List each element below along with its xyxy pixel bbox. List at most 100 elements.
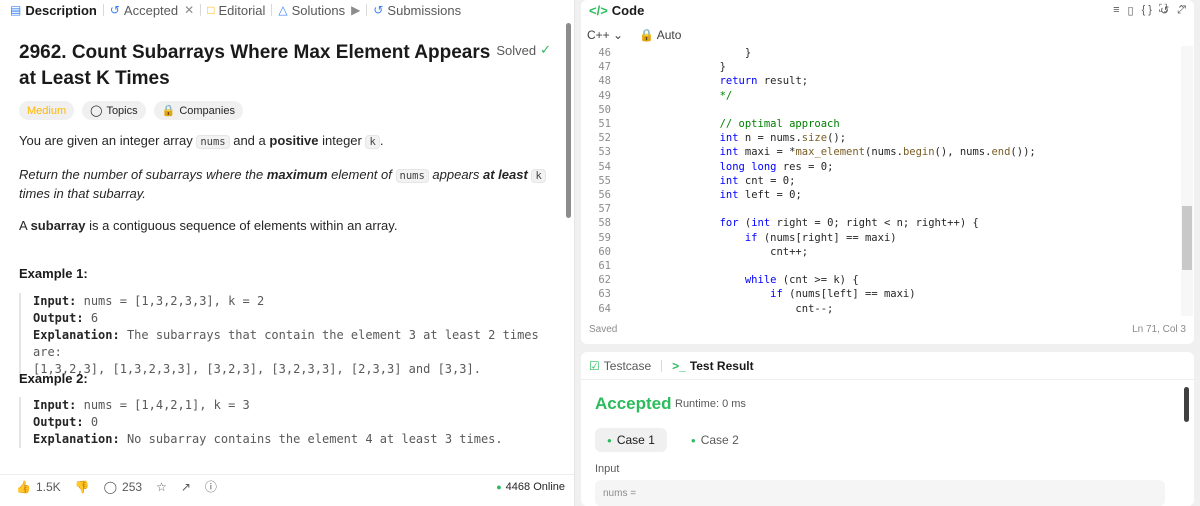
help-button[interactable]: ⓘ (205, 478, 217, 495)
tag-chips: Medium ◯ Topics 🔒 Companies (19, 101, 243, 120)
code-line[interactable]: 62 while (cnt >= k) { (581, 273, 1181, 288)
runtime-label: Runtime: 0 ms (675, 398, 746, 410)
code-line[interactable]: 51 // optimal approach (581, 117, 1181, 132)
code-editor-panel: </> Code ⛶ ⌃ C++ ⌄ 🔒 Auto ≡ ▯ { } ↺ ⤢ 46… (581, 0, 1194, 344)
code-text: if (nums[left] == maxi) (770, 288, 916, 301)
scrollbar-thumb[interactable] (1182, 206, 1192, 270)
comment-icon: ◯ (103, 479, 118, 494)
problem-tabs: ▤ Description ↺ Accepted ✕ □ Editorial △… (0, 0, 574, 20)
editor-toolbar: C++ ⌄ 🔒 Auto (581, 24, 1194, 46)
code-line[interactable]: 63 if (nums[left] == maxi) (581, 287, 1181, 302)
code-line[interactable]: 61 (581, 259, 1181, 274)
dislike-button[interactable]: 👎 (75, 480, 90, 494)
close-icon[interactable]: ✕ (184, 3, 194, 17)
example-box: Input: nums = [1,3,2,3,3], k = 2 Output:… (19, 293, 549, 378)
problem-description: You are given an integer array nums and … (19, 132, 549, 249)
code-text: // optimal approach (669, 118, 840, 130)
code-editor[interactable]: 46 } 47 } 48 return result; 49 */50 51 // op… (581, 46, 1181, 316)
test-panel: ☑ Testcase >_ Test Result Accepted Runti… (581, 352, 1194, 506)
tab-description[interactable]: ▤ Description (4, 0, 103, 20)
line-number: 56 (598, 189, 611, 201)
difficulty-badge[interactable]: Medium (19, 101, 75, 120)
code-line[interactable]: 47 } (581, 60, 1181, 75)
tab-testcase[interactable]: ☑ Testcase (589, 359, 651, 373)
help-icon: ⓘ (204, 480, 217, 494)
code-text: return result; (719, 75, 809, 88)
code-line[interactable]: 60 cnt++; (581, 245, 1181, 260)
case-tab-2[interactable]: ● Case 2 (679, 428, 751, 452)
flask-icon: △ (278, 3, 288, 17)
test-tabs: ☑ Testcase >_ Test Result (581, 352, 1194, 380)
thumbs-down-icon: 👎 (74, 479, 90, 494)
favorite-button[interactable]: ☆ (156, 480, 167, 494)
code-line[interactable]: 54 long long res = 0; (581, 160, 1181, 175)
tab-editorial[interactable]: □ Editorial (201, 0, 271, 20)
code-text: int left = 0; (719, 189, 802, 201)
title-row: 2962. Count Subarrays Where Max Element … (19, 40, 559, 92)
bookmark-icon[interactable]: ▯ (1128, 4, 1134, 17)
code-line[interactable]: 49 */ (581, 89, 1181, 104)
pass-dot-icon: ● (690, 435, 696, 445)
line-number: 54 (598, 160, 611, 173)
code-text: */ (669, 89, 733, 102)
line-number: 63 (598, 288, 611, 301)
case-tabs: ● Case 1 ● Case 2 (595, 428, 751, 452)
like-button[interactable]: 👍 1.5K (16, 480, 61, 494)
tab-accepted[interactable]: ↺ Accepted ✕ (104, 0, 200, 20)
history-icon: ↺ (373, 3, 384, 17)
language-select[interactable]: C++ ⌄ (587, 28, 623, 42)
code-text: int maxi = *max_element(nums.begin(), nu… (719, 146, 1036, 159)
reset-icon[interactable]: ↺ (1160, 4, 1169, 17)
chevron-down-icon: ⌄ (613, 28, 624, 42)
case-tab-1[interactable]: ● Case 1 (595, 428, 667, 452)
code-text: } (669, 47, 752, 59)
format-icon[interactable]: ≡ (1113, 4, 1119, 17)
code-line[interactable]: 58 for (int right = 0; right < n; right+… (581, 216, 1181, 231)
comments-button[interactable]: ◯ 253 (104, 480, 142, 494)
braces-icon[interactable]: { } (1142, 4, 1152, 17)
mode-toggle[interactable]: 🔒 Auto (639, 28, 681, 42)
example-box: Input: nums = [1,4,2,1], k = 3 Output: 0… (19, 397, 549, 448)
input-label: Input (595, 463, 620, 475)
code-text: for (int right = 0; right < n; right++) … (719, 217, 979, 230)
code-line[interactable]: 56 int left = 0; (581, 188, 1181, 203)
expand-icon[interactable]: ⤢ (1177, 4, 1186, 17)
cursor-position: Ln 71, Col 3 (1132, 324, 1186, 335)
page-title: 2962. Count Subarrays Where Max Element … (19, 42, 491, 89)
inline-code: nums (196, 135, 230, 149)
code-text: if (nums[right] == maxi) (744, 231, 897, 244)
code-line[interactable]: 55 int cnt = 0; (581, 174, 1181, 189)
terminal-icon: >_ (672, 358, 686, 373)
code-text: long long res = 0; (719, 160, 834, 173)
tab-test-result[interactable]: >_ Test Result (672, 359, 753, 373)
code-line[interactable]: 48 return result; (581, 74, 1181, 89)
line-number: 62 (598, 274, 611, 287)
online-dot-icon: ● (496, 481, 502, 492)
line-number: 59 (598, 231, 611, 244)
code-line[interactable]: 46 } (581, 46, 1181, 61)
line-number: 51 (598, 118, 611, 130)
play-icon[interactable]: ▶ (351, 3, 360, 17)
editor-scrollbar[interactable] (1181, 46, 1193, 316)
tab-submissions[interactable]: ↺ Submissions (367, 0, 467, 20)
code-line[interactable]: 53 int maxi = *max_element(nums.begin(),… (581, 145, 1181, 160)
tab-solutions[interactable]: △ Solutions ▶ (272, 0, 366, 20)
tab-divider (661, 359, 663, 372)
scrollbar-thumb[interactable] (566, 23, 571, 218)
companies-button[interactable]: 🔒 Companies (153, 101, 243, 120)
star-icon: ☆ (156, 479, 167, 494)
code-panel-header: </> Code (589, 2, 645, 18)
desc-paragraph-2: Return the number of subarrays where the… (19, 166, 549, 202)
share-icon: ↗ (180, 479, 191, 494)
code-line[interactable]: 52 int n = nums.size(); (581, 131, 1181, 146)
code-line[interactable]: 50 (581, 103, 1181, 118)
code-line[interactable]: 64 cnt--; (581, 302, 1181, 317)
topics-button[interactable]: ◯ Topics (82, 101, 146, 120)
line-number: 58 (598, 217, 611, 230)
code-line[interactable]: 59 if (nums[right] == maxi) (581, 231, 1181, 246)
line-number: 64 (598, 302, 611, 315)
share-button[interactable]: ↗ (181, 480, 191, 494)
code-line[interactable]: 57 (581, 202, 1181, 217)
pass-dot-icon: ● (607, 435, 612, 445)
scrollbar-thumb[interactable] (1184, 387, 1189, 422)
